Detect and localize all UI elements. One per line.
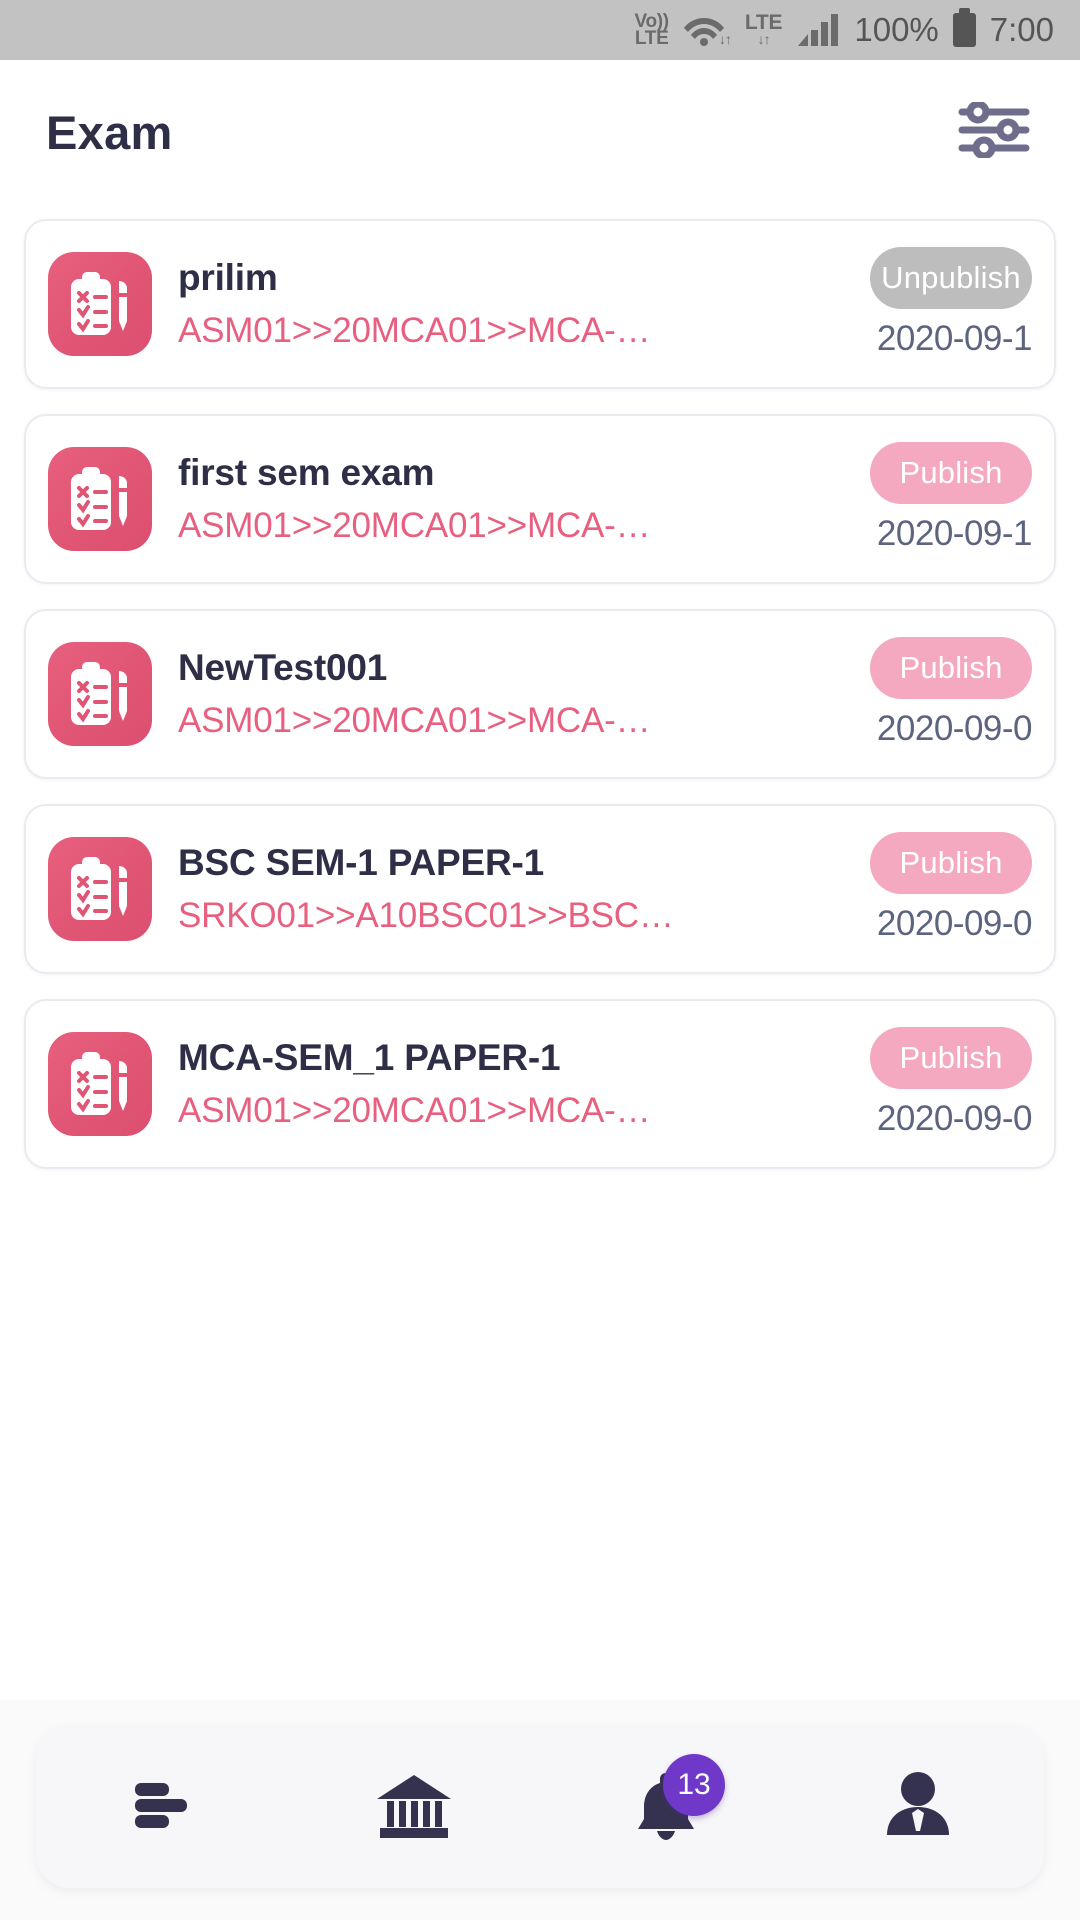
clipboard-checklist-icon xyxy=(48,837,152,941)
exam-title: NewTest001 xyxy=(178,647,388,688)
exam-date: 2020-09-0 xyxy=(876,709,1033,748)
clipboard-checklist-icon xyxy=(48,642,152,746)
nav-item-institution[interactable] xyxy=(339,1732,489,1882)
exam-date: 2020-09-1 xyxy=(876,514,1033,553)
exam-card-meta: Publish 2020-09-0 xyxy=(836,1001,1033,1167)
bottom-navigation-bar: 13 xyxy=(36,1726,1044,1888)
clock-label: 7:00 xyxy=(989,11,1054,48)
user-profile-icon xyxy=(881,1769,955,1846)
exam-card-body: prilim ASM01>>20MCA01>>MCA-… xyxy=(178,257,836,351)
status-badge[interactable]: Publish xyxy=(870,832,1032,894)
exam-path: SRKO01>>A10BSC01>>BSC… xyxy=(178,896,674,935)
exam-path: ASM01>>20MCA01>>MCA-… xyxy=(178,1091,651,1130)
filter-button[interactable] xyxy=(954,100,1034,163)
signal-bars-icon xyxy=(796,12,840,48)
bottom-nav-area: 13 xyxy=(0,1700,1080,1920)
volte-icon: Vo)) LTE xyxy=(634,10,670,49)
status-bar: Vo)) LTE ↓↑ LTE ↓↑ 100% 7:00 xyxy=(0,0,1080,60)
nav-item-menu[interactable] xyxy=(87,1732,237,1882)
page-title: Exam xyxy=(46,106,173,159)
exam-path: ASM01>>20MCA01>>MCA-… xyxy=(178,311,651,350)
status-badge[interactable]: Publish xyxy=(870,1027,1032,1089)
status-badge[interactable]: Unpublish xyxy=(870,247,1032,309)
exam-card[interactable]: first sem exam ASM01>>20MCA01>>MCA-… Pub… xyxy=(24,414,1056,584)
exam-list: prilim ASM01>>20MCA01>>MCA-… Unpublish 2… xyxy=(0,205,1080,1700)
exam-card-meta: Publish 2020-09-0 xyxy=(836,806,1033,972)
app-header: Exam xyxy=(0,60,1080,205)
exam-card[interactable]: prilim ASM01>>20MCA01>>MCA-… Unpublish 2… xyxy=(24,219,1056,389)
exam-card-meta: Publish 2020-09-0 xyxy=(836,611,1033,777)
exam-card[interactable]: NewTest001 ASM01>>20MCA01>>MCA-… Publish… xyxy=(24,609,1056,779)
exam-card-body: NewTest001 ASM01>>20MCA01>>MCA-… xyxy=(178,647,836,741)
status-badge[interactable]: Publish xyxy=(870,442,1032,504)
battery-full-icon xyxy=(952,8,976,47)
status-badge[interactable]: Publish xyxy=(870,637,1032,699)
exam-date: 2020-09-0 xyxy=(876,1099,1033,1138)
exam-path: ASM01>>20MCA01>>MCA-… xyxy=(178,506,651,545)
wifi-icon: ↓↑ xyxy=(683,13,732,47)
exam-path: ASM01>>20MCA01>>MCA-… xyxy=(178,701,651,740)
exam-card-body: first sem exam ASM01>>20MCA01>>MCA-… xyxy=(178,452,836,546)
battery-percent-label: 100% xyxy=(854,11,939,48)
clipboard-checklist-icon xyxy=(48,252,152,356)
nav-item-profile[interactable] xyxy=(843,1732,993,1882)
menu-list-icon xyxy=(125,1773,199,1842)
exam-date: 2020-09-1 xyxy=(876,319,1033,358)
exam-card[interactable]: MCA-SEM_1 PAPER-1 ASM01>>20MCA01>>MCA-… … xyxy=(24,999,1056,1169)
exam-card-body: MCA-SEM_1 PAPER-1 ASM01>>20MCA01>>MCA-… xyxy=(178,1037,836,1131)
clipboard-checklist-icon xyxy=(48,1032,152,1136)
exam-card[interactable]: BSC SEM-1 PAPER-1 SRKO01>>A10BSC01>>BSC…… xyxy=(24,804,1056,974)
lte-icon: LTE ↓↑ xyxy=(744,11,783,48)
wifi-data-arrows-icon: ↓↑ xyxy=(718,31,732,47)
exam-card-meta: Publish 2020-09-1 xyxy=(836,416,1033,582)
nav-item-notifications[interactable]: 13 xyxy=(591,1732,741,1882)
exam-title: MCA-SEM_1 PAPER-1 xyxy=(178,1037,561,1078)
notification-badge: 13 xyxy=(663,1754,725,1816)
institution-bank-icon xyxy=(375,1769,453,1846)
filter-sliders-icon xyxy=(958,100,1030,163)
exam-card-meta: Unpublish 2020-09-1 xyxy=(836,221,1033,387)
exam-date: 2020-09-0 xyxy=(876,904,1033,943)
exam-title: first sem exam xyxy=(178,452,435,493)
exam-title: prilim xyxy=(178,257,278,298)
exam-title: BSC SEM-1 PAPER-1 xyxy=(178,842,544,883)
exam-card-body: BSC SEM-1 PAPER-1 SRKO01>>A10BSC01>>BSC… xyxy=(178,842,836,936)
clipboard-checklist-icon xyxy=(48,447,152,551)
app-root: Vo)) LTE ↓↑ LTE ↓↑ 100% 7:00 Exam prilim… xyxy=(0,0,1080,1920)
